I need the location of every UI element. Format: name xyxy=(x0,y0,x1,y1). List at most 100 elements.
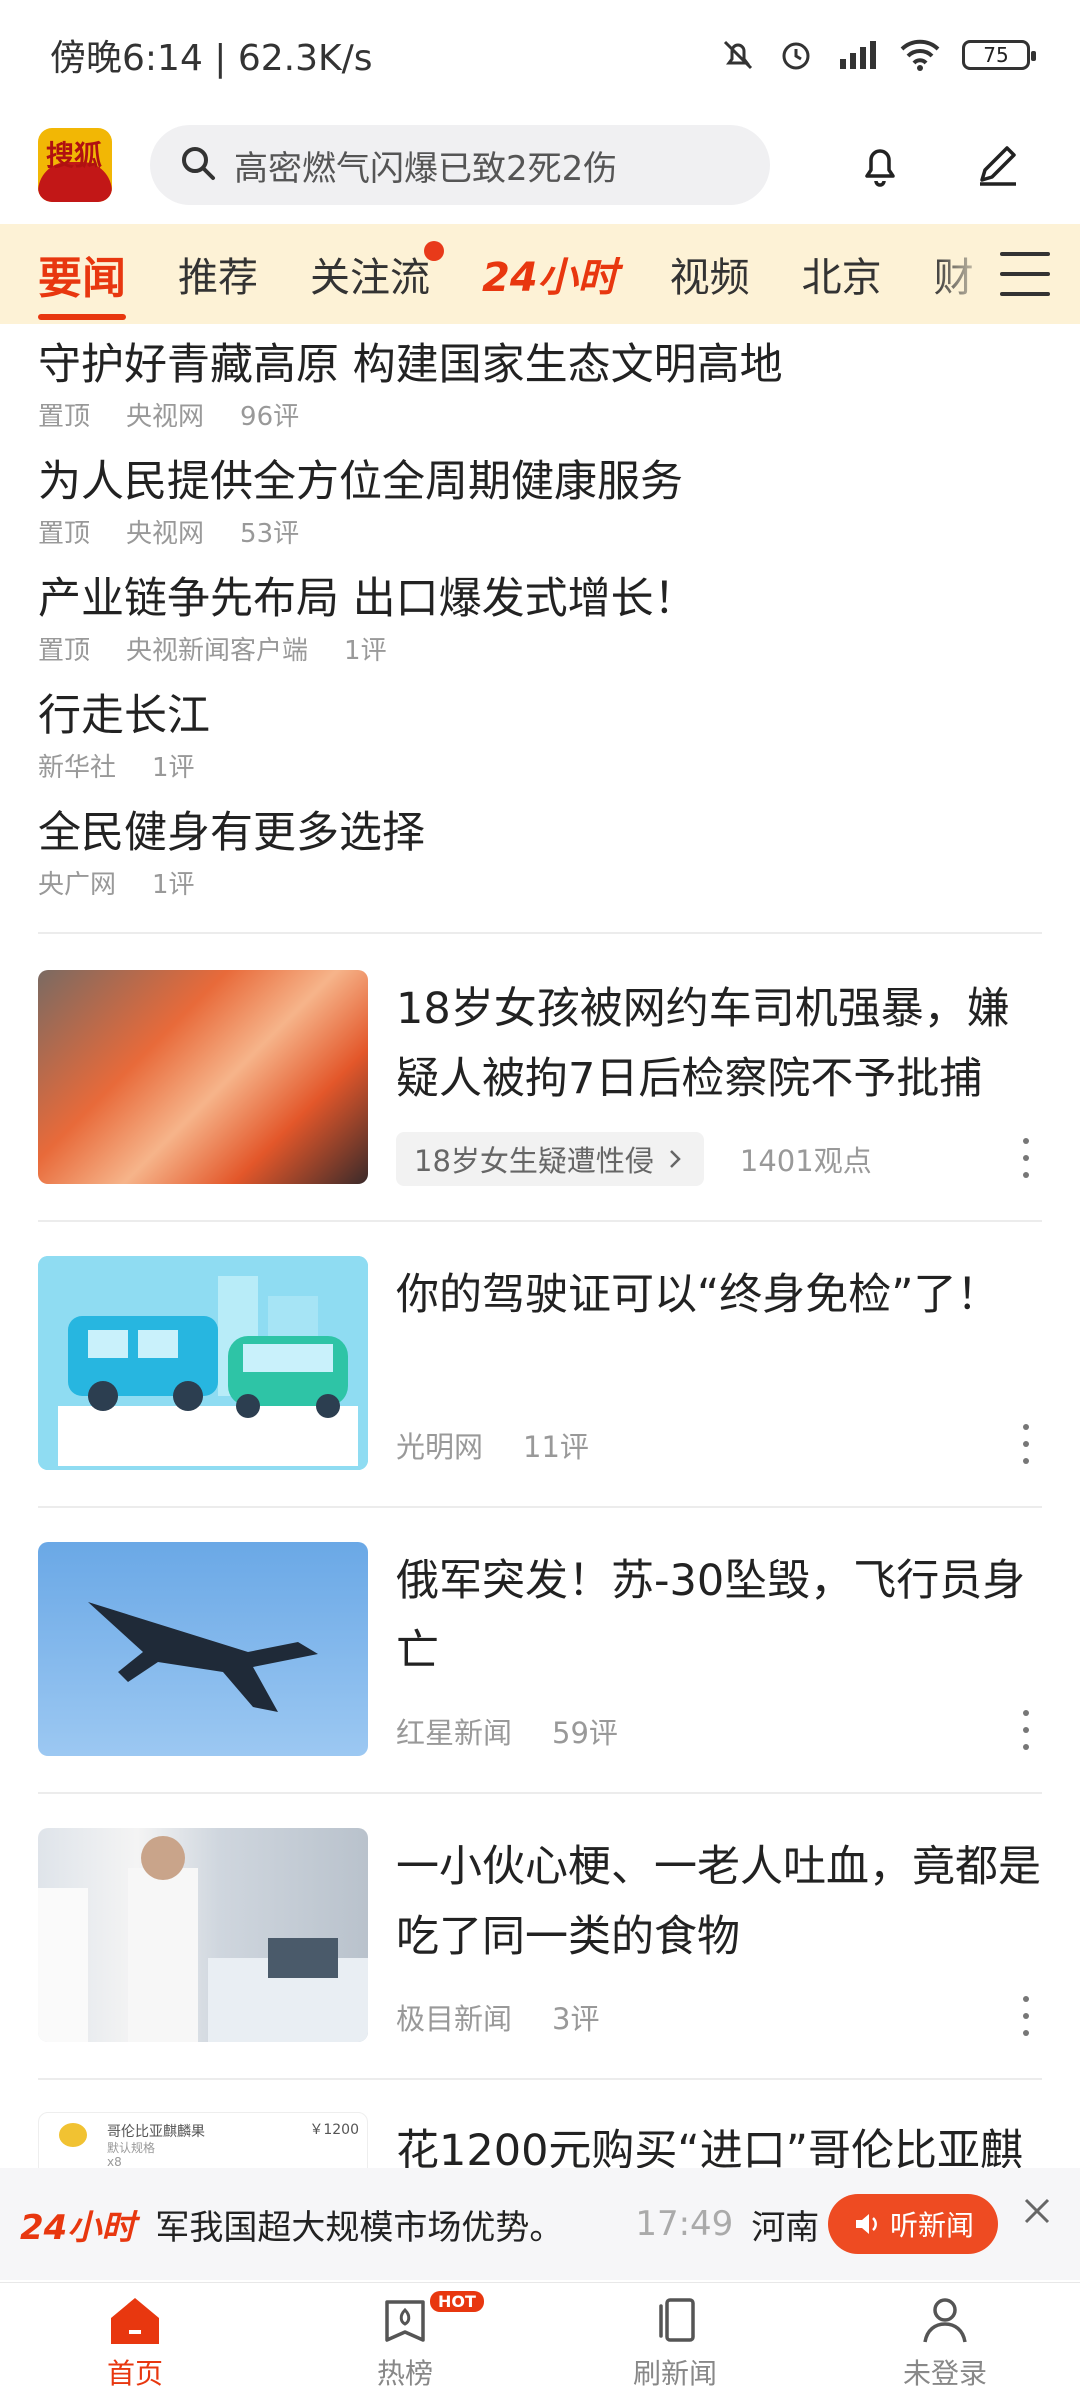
divider xyxy=(38,2078,1042,2080)
tab-fade xyxy=(932,224,992,324)
news-card[interactable]: 哥伦比亚麒麟果 默认规格 x8 ￥1200 花1200元购买“进口”哥伦比亚麒 xyxy=(38,2112,1042,2168)
news-thumbnail: 哥伦比亚麒麟果 默认规格 x8 ￥1200 xyxy=(38,2112,368,2168)
breaking-news-bar[interactable]: 24小时 军我国超大规模市场优势。 17:49 河南 听新闻 xyxy=(0,2168,1080,2280)
news-thumbnail xyxy=(38,970,368,1184)
chevron-right-icon xyxy=(670,1150,681,1168)
top-story-title: 为人民提供全方位全周期健康服务 xyxy=(38,457,683,507)
top-story-title: 守护好青藏高原 构建国家生态文明高地 xyxy=(38,340,783,390)
nav-home[interactable]: 首页 xyxy=(0,2283,270,2400)
hot-badge: HOT xyxy=(430,2291,484,2312)
divider xyxy=(38,1506,1042,1508)
news-thumbnail xyxy=(38,1542,368,1756)
news-meta: 红星新闻 59评 xyxy=(396,1716,618,1750)
top-story[interactable]: 全民健身有更多选择 央广网 1评 xyxy=(38,804,1042,921)
news-title: 18岁女孩被网约车司机强暴，嫌疑人被拘7日后检察院不予批捕 xyxy=(396,984,1010,1104)
top-story-meta: 央广网 1评 xyxy=(38,870,195,900)
top-stories: 守护好青藏高原 构建国家生态文明高地 置顶 央视网 96评 为人民提供全方位全周期健… xyxy=(38,336,1042,921)
more-options-icon[interactable] xyxy=(1020,1710,1032,1750)
tab-beijing[interactable]: 北京 xyxy=(802,245,882,303)
product-spec: 默认规格 xyxy=(107,2141,156,2155)
top-story-meta: 置顶 央视网 96评 xyxy=(38,402,300,432)
news-card[interactable]: 俄军突发！苏-30坠毁，飞行员身亡 红星新闻 59评 xyxy=(38,1542,1042,1756)
search-icon xyxy=(178,143,218,187)
news-title: 俄军突发！苏-30坠毁，飞行员身亡 xyxy=(396,1556,1026,1676)
status-icons: 75 xyxy=(720,37,1036,73)
product-qty: x8 xyxy=(107,2155,122,2168)
signal-icon xyxy=(836,37,878,73)
news-title: 一小伙心梗、一老人吐血，竟都是吃了同一类的食物 xyxy=(396,1842,1041,1962)
more-options-icon[interactable] xyxy=(1020,1424,1032,1464)
tab-24h[interactable]: 24小时 xyxy=(482,245,618,303)
status-time-speed: 傍晚6:14 | 62.3K/s xyxy=(50,38,373,79)
cards-icon xyxy=(645,2292,705,2348)
divider xyxy=(38,1220,1042,1222)
user-icon xyxy=(915,2292,975,2348)
notification-bell-icon[interactable] xyxy=(845,130,915,200)
more-options-icon[interactable] xyxy=(1020,1996,1032,2036)
top-story[interactable]: 守护好青藏高原 构建国家生态文明高地 置顶 央视网 96评 xyxy=(38,336,1042,453)
unread-dot xyxy=(424,241,444,261)
news-meta: 光明网 11评 xyxy=(396,1430,589,1464)
news-thumbnail xyxy=(38,1256,368,1470)
top-story-title: 行走长江 xyxy=(38,691,210,741)
search-placeholder: 高密燃气闪爆已致2死2伤 xyxy=(234,148,618,189)
close-icon[interactable] xyxy=(1020,2194,1054,2228)
divider xyxy=(38,932,1042,934)
tab-recommend[interactable]: 推荐 xyxy=(178,245,258,303)
top-story-meta: 置顶 央视网 53评 xyxy=(38,519,300,549)
hot-list-icon xyxy=(375,2292,435,2348)
sohu-logo[interactable]: 搜狐 xyxy=(38,128,112,202)
breaking-text: 军我国超大规模市场优势。 xyxy=(155,2207,564,2248)
news-title: 你的驾驶证可以“终身免检”了！ xyxy=(396,1270,1000,1320)
channel-menu-icon[interactable] xyxy=(1000,252,1050,296)
news-thumbnail xyxy=(38,1828,368,2042)
news-meta: 极目新闻 3评 xyxy=(396,2002,600,2036)
tab-yaowen[interactable]: 要闻 xyxy=(38,242,126,320)
breaking-location: 河南 xyxy=(751,2207,820,2248)
mute-bell-icon xyxy=(720,37,756,73)
header: 搜狐 高密燃气闪爆已致2死2伤 xyxy=(0,110,1080,220)
listen-news-button[interactable]: 听新闻 xyxy=(828,2194,998,2254)
breaking-logo: 24小时 xyxy=(20,2207,136,2248)
top-story-meta: 新华社 1评 xyxy=(38,753,195,783)
tab-follow-label: 关注流 xyxy=(310,255,430,301)
top-story[interactable]: 为人民提供全方位全周期健康服务 置顶 央视网 53评 xyxy=(38,453,1042,570)
wifi-icon xyxy=(900,37,940,73)
tab-follow[interactable]: 关注流 xyxy=(310,241,444,303)
product-name: 哥伦比亚麒麟果 xyxy=(107,2124,205,2140)
breaking-time: 17:49 xyxy=(635,2204,734,2244)
top-story-meta: 置顶 央视新闻客户端 1评 xyxy=(38,636,387,666)
nav-hot-label: 热榜 xyxy=(376,2356,433,2390)
news-title: 花1200元购买“进口”哥伦比亚麒 xyxy=(396,2126,1023,2168)
divider xyxy=(38,1792,1042,1794)
more-options-icon[interactable] xyxy=(1020,1138,1032,1178)
search-bar[interactable]: 高密燃气闪爆已致2死2伤 xyxy=(150,125,770,205)
news-card[interactable]: 18岁女孩被网约车司机强暴，嫌疑人被拘7日后检察院不予批捕 18岁女生疑遭性侵 … xyxy=(38,970,1042,1186)
topic-tag[interactable]: 18岁女生疑遭性侵 xyxy=(396,1132,704,1186)
edit-pencil-icon[interactable] xyxy=(962,130,1032,200)
alarm-icon xyxy=(778,37,814,73)
status-bar: 傍晚6:14 | 62.3K/s 75 xyxy=(0,0,1080,110)
top-story-title: 全民健身有更多选择 xyxy=(38,808,425,858)
tab-video[interactable]: 视频 xyxy=(670,245,750,303)
top-story[interactable]: 产业链争先布局 出口爆发式增长！ 置顶 央视新闻客户端 1评 xyxy=(38,570,1042,687)
nav-hot[interactable]: HOT 热榜 xyxy=(270,2283,540,2400)
battery-icon: 75 xyxy=(962,40,1036,70)
listen-news-label: 听新闻 xyxy=(889,2209,974,2242)
nav-profile-label: 未登录 xyxy=(902,2356,987,2390)
product-price: ￥1200 xyxy=(309,2122,359,2138)
top-story-title: 产业链争先布局 出口爆发式增长！ xyxy=(38,574,697,624)
nav-refresh-news[interactable]: 刷新闻 xyxy=(540,2283,810,2400)
nav-refresh-label: 刷新闻 xyxy=(632,2356,717,2390)
channel-tabs: 要闻 推荐 关注流 24小时 视频 北京 财 xyxy=(0,224,1080,324)
nav-profile[interactable]: 未登录 xyxy=(810,2283,1080,2400)
speaker-icon xyxy=(855,2214,877,2234)
home-icon xyxy=(105,2292,165,2348)
news-meta: 18岁女生疑遭性侵 1401观点 xyxy=(396,1132,912,1186)
news-card[interactable]: 你的驾驶证可以“终身免检”了！ 光明网 11评 xyxy=(38,1256,1042,1470)
top-story[interactable]: 行走长江 新华社 1评 xyxy=(38,687,1042,804)
nav-home-label: 首页 xyxy=(106,2356,163,2390)
product-icon xyxy=(59,2123,87,2147)
news-card[interactable]: 一小伙心梗、一老人吐血，竟都是吃了同一类的食物 极目新闻 3评 xyxy=(38,1828,1042,2042)
bottom-nav: 首页 HOT 热榜 刷新闻 未登录 xyxy=(0,2282,1080,2400)
